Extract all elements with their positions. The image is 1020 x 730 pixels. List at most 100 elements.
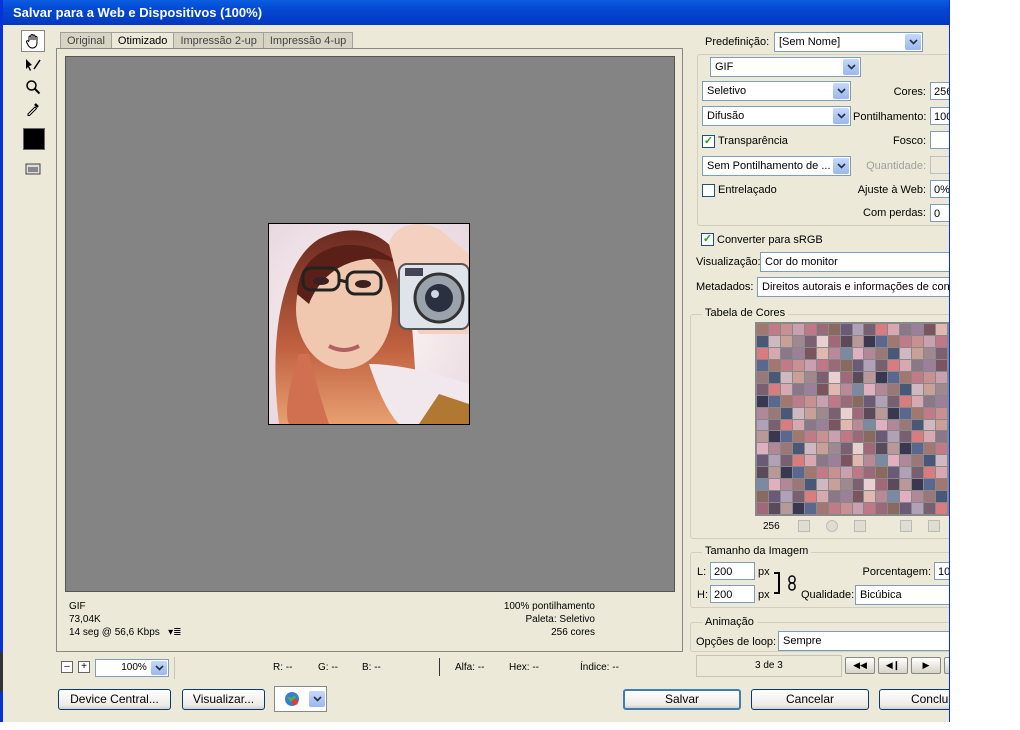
color-swatch[interactable]	[888, 455, 900, 467]
color-swatch[interactable]	[792, 467, 804, 479]
color-swatch[interactable]	[804, 407, 816, 419]
color-swatch[interactable]	[804, 467, 816, 479]
color-swatch[interactable]	[888, 407, 900, 419]
color-swatch[interactable]	[924, 467, 936, 479]
color-swatch[interactable]	[888, 431, 900, 443]
color-swatch[interactable]	[900, 491, 912, 503]
color-swatch[interactable]	[768, 503, 780, 514]
color-swatch[interactable]	[852, 479, 864, 491]
eyedropper-icon[interactable]	[21, 98, 45, 120]
metadata-select[interactable]: Direitos autorais e informações de conta	[757, 277, 949, 297]
color-swatch[interactable]	[780, 419, 792, 431]
color-swatch[interactable]	[912, 324, 924, 335]
color-swatch[interactable]	[816, 467, 828, 479]
color-swatch[interactable]	[876, 347, 888, 359]
color-swatch[interactable]	[864, 503, 876, 514]
color-swatch[interactable]	[768, 467, 780, 479]
color-swatch[interactable]	[757, 324, 768, 335]
color-swatch[interactable]	[840, 359, 852, 371]
color-swatch[interactable]	[768, 347, 780, 359]
web-snap-input[interactable]: 0%	[930, 180, 949, 198]
color-swatch[interactable]	[888, 371, 900, 383]
color-swatch[interactable]	[792, 324, 804, 335]
color-swatch[interactable]	[757, 407, 768, 419]
color-swatch[interactable]	[840, 335, 852, 347]
lossy-input[interactable]: 0	[930, 204, 949, 222]
color-swatch[interactable]	[876, 455, 888, 467]
tab-original[interactable]: Original	[60, 32, 112, 49]
color-swatch[interactable]	[804, 491, 816, 503]
color-swatch[interactable]	[816, 395, 828, 407]
color-swatch[interactable]	[804, 359, 816, 371]
color-swatch[interactable]	[936, 419, 947, 431]
color-swatch[interactable]	[900, 407, 912, 419]
first-frame-icon[interactable]: ◀◀	[845, 657, 875, 674]
color-swatch[interactable]	[912, 371, 924, 383]
color-swatch[interactable]	[876, 335, 888, 347]
color-swatch[interactable]	[888, 335, 900, 347]
color-swatch[interactable]	[852, 335, 864, 347]
color-swatch[interactable]	[792, 407, 804, 419]
color-swatch[interactable]	[900, 467, 912, 479]
color-swatch[interactable]	[780, 335, 792, 347]
color-swatch[interactable]	[876, 419, 888, 431]
color-swatch[interactable]	[924, 359, 936, 371]
color-swatch[interactable]	[900, 479, 912, 491]
color-swatch[interactable]	[936, 347, 947, 359]
color-swatch[interactable]	[840, 347, 852, 359]
color-swatch[interactable]	[780, 407, 792, 419]
color-swatch[interactable]	[900, 419, 912, 431]
color-swatch[interactable]	[876, 443, 888, 455]
next-frame-icon[interactable]: ❙▶	[944, 657, 949, 674]
map-transparency-icon[interactable]	[798, 520, 810, 532]
color-swatch[interactable]	[864, 407, 876, 419]
color-swatch[interactable]	[864, 347, 876, 359]
color-swatch[interactable]	[924, 407, 936, 419]
color-swatch[interactable]	[924, 479, 936, 491]
color-swatch[interactable]	[924, 491, 936, 503]
color-swatch[interactable]	[912, 443, 924, 455]
loop-options-select[interactable]: Sempre	[778, 631, 949, 651]
color-swatch[interactable]	[924, 503, 936, 514]
dither-amount-input[interactable]: 100%	[930, 107, 949, 125]
color-swatch[interactable]	[840, 467, 852, 479]
color-swatch[interactable]	[828, 407, 840, 419]
color-swatch[interactable]	[768, 359, 780, 371]
color-swatch[interactable]	[852, 503, 864, 514]
percent-input[interactable]: 100	[934, 562, 949, 580]
color-swatch[interactable]	[757, 335, 768, 347]
color-swatch[interactable]	[757, 491, 768, 503]
color-swatch[interactable]	[912, 407, 924, 419]
color-swatch[interactable]	[852, 359, 864, 371]
color-table[interactable]	[755, 322, 949, 516]
previous-frame-icon[interactable]: ◀❙	[878, 657, 908, 674]
link-icon[interactable]	[787, 575, 797, 594]
color-swatch[interactable]	[888, 491, 900, 503]
color-swatch[interactable]	[768, 491, 780, 503]
color-swatch[interactable]	[828, 479, 840, 491]
color-swatch[interactable]	[852, 455, 864, 467]
color-swatch[interactable]	[792, 419, 804, 431]
color-swatch[interactable]	[792, 347, 804, 359]
color-swatch[interactable]	[852, 467, 864, 479]
color-swatch[interactable]	[780, 455, 792, 467]
color-swatch[interactable]	[936, 383, 947, 395]
color-swatch[interactable]	[864, 359, 876, 371]
color-swatch[interactable]	[828, 443, 840, 455]
color-swatch[interactable]	[828, 324, 840, 335]
color-swatch[interactable]	[864, 371, 876, 383]
interlaced-checkbox[interactable]	[702, 184, 715, 197]
color-swatch[interactable]	[912, 455, 924, 467]
color-swatch[interactable]	[816, 407, 828, 419]
download-speed-menu[interactable]: ▾≣	[168, 627, 181, 638]
color-swatch[interactable]	[876, 383, 888, 395]
color-swatch[interactable]	[852, 395, 864, 407]
device-central-button[interactable]: Device Central...	[58, 689, 171, 710]
color-swatch[interactable]	[924, 347, 936, 359]
done-button[interactable]: Concluído	[879, 689, 949, 710]
color-swatch[interactable]	[768, 407, 780, 419]
color-swatch[interactable]	[936, 371, 947, 383]
color-swatch[interactable]	[768, 383, 780, 395]
color-swatch[interactable]	[876, 431, 888, 443]
color-swatch[interactable]	[768, 419, 780, 431]
